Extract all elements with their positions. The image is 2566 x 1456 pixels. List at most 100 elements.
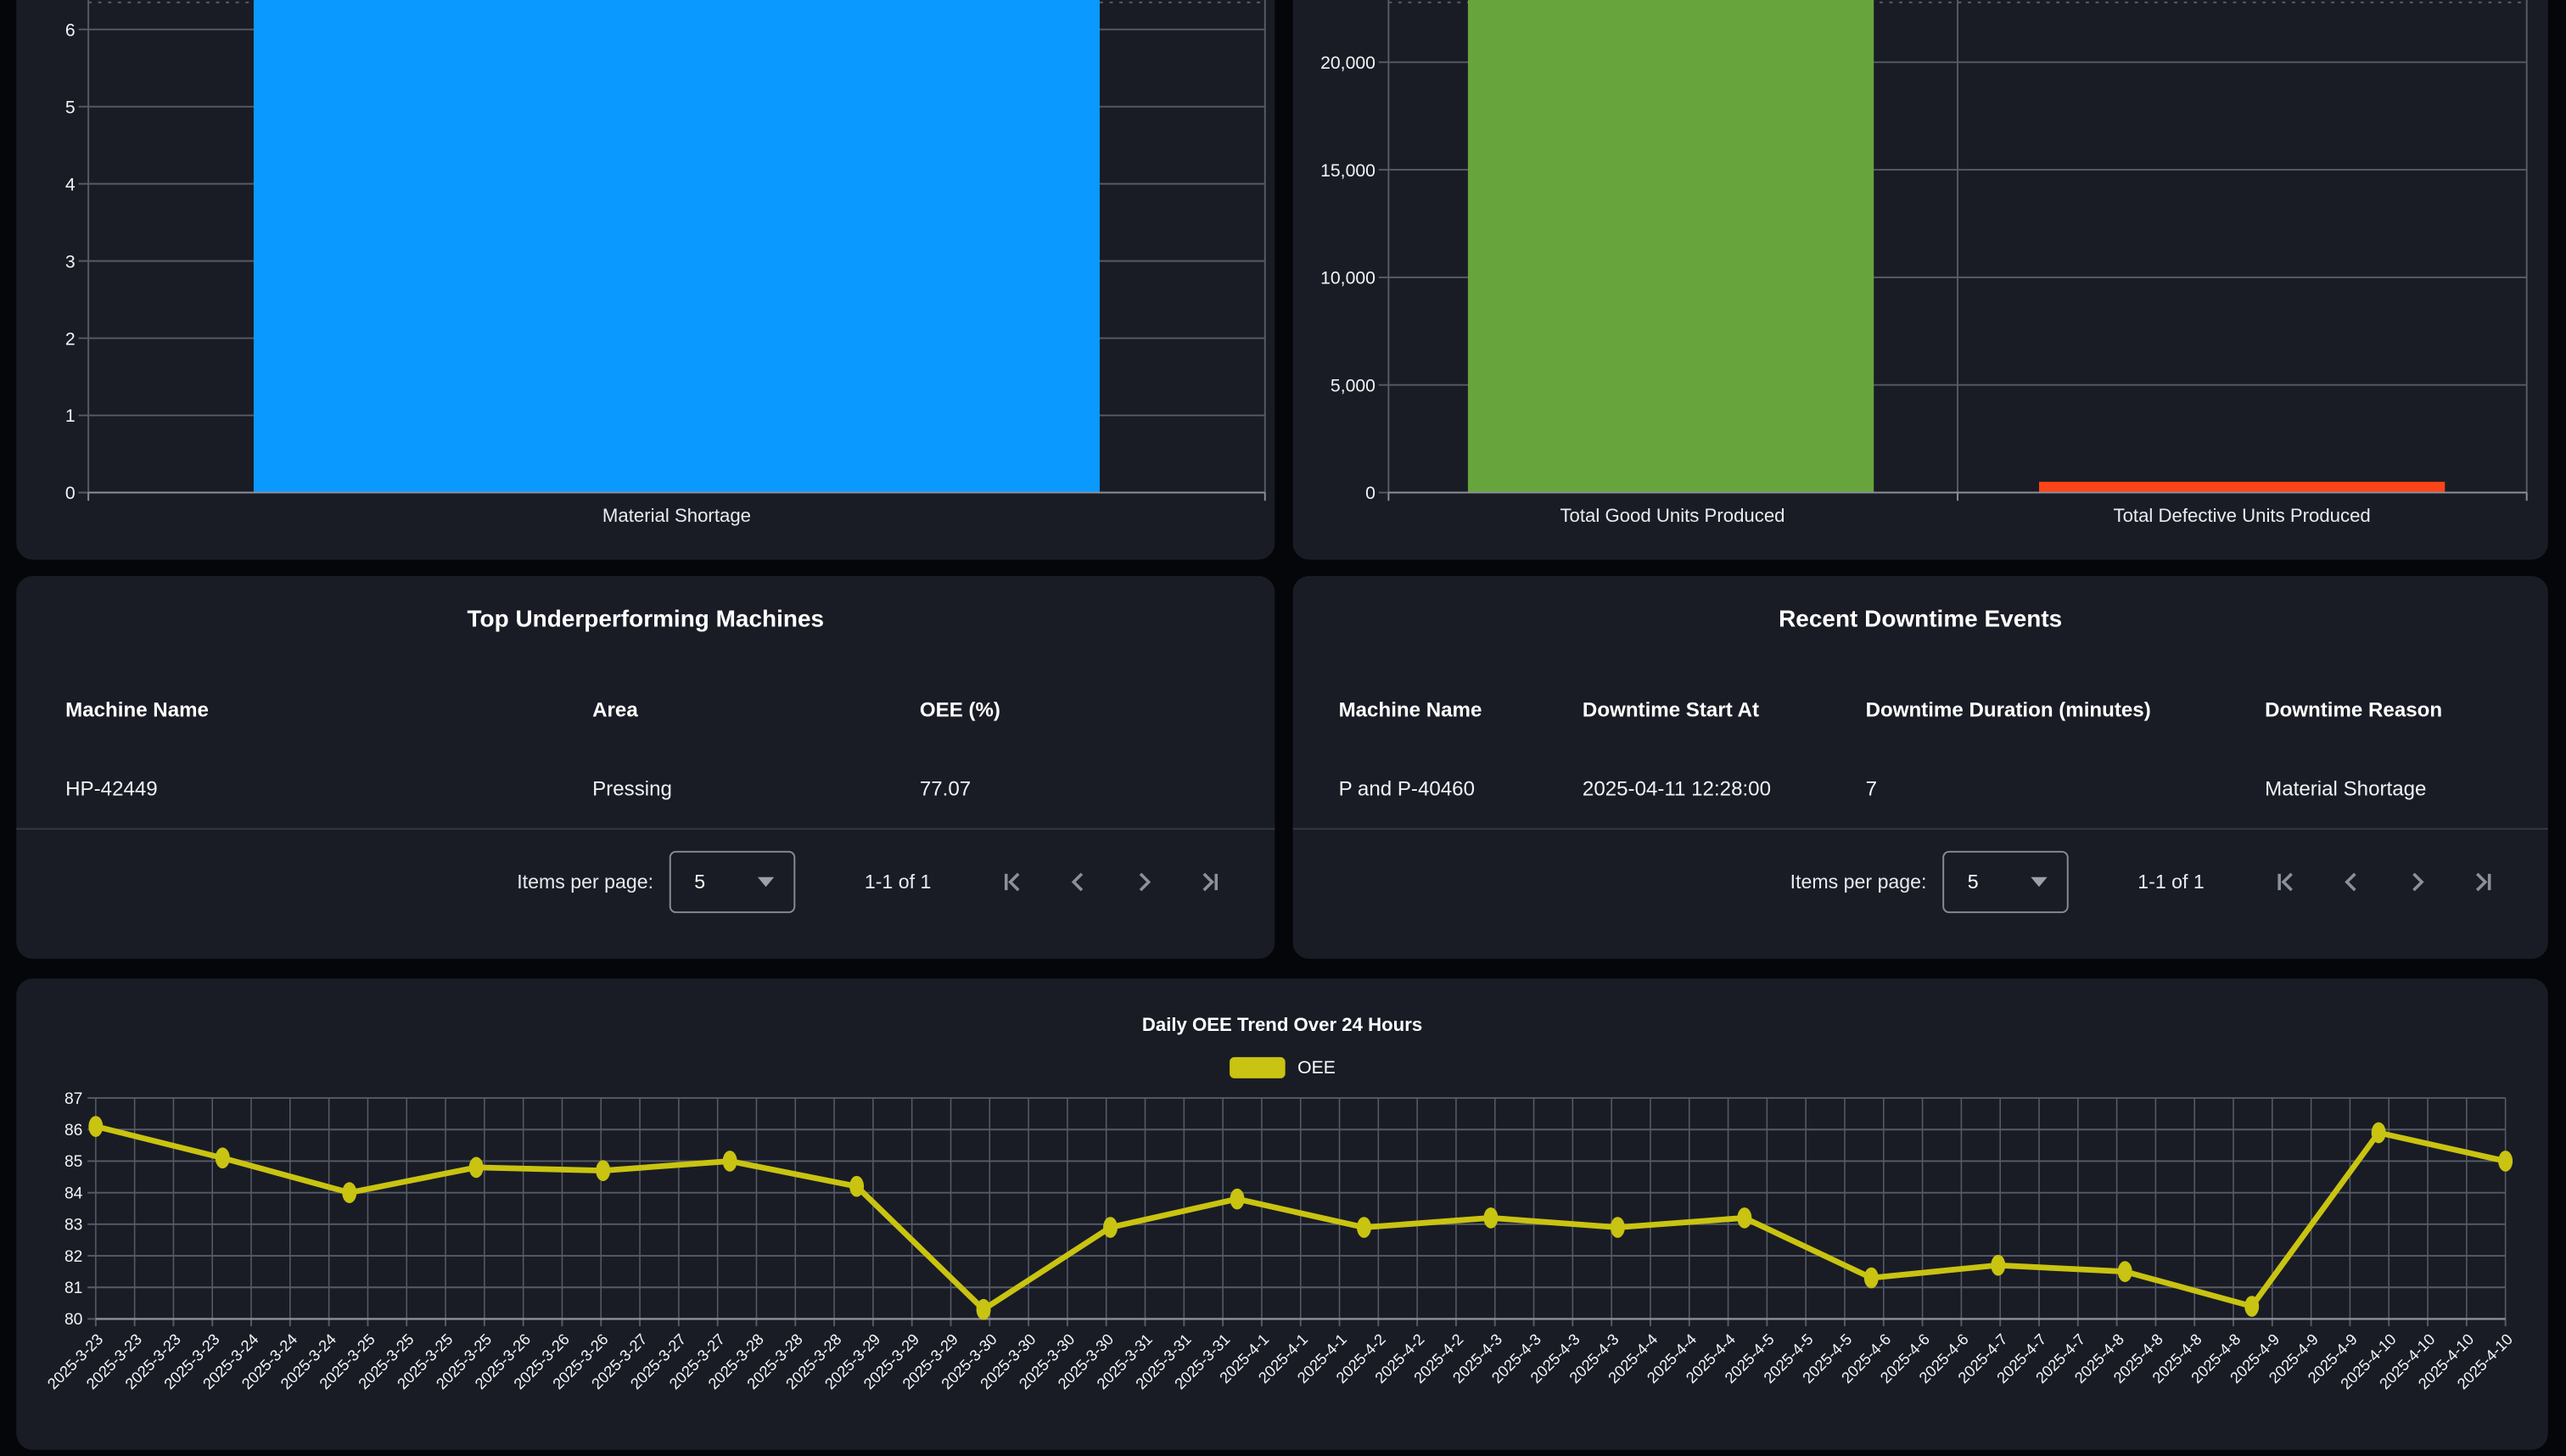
page-range-label: 1-1 of 1 (2137, 871, 2204, 893)
x-category-label: Material Shortage (88, 507, 1265, 527)
panel-units-produced-chart: 05,00010,00015,00020,000 Total Good Unit… (1293, 0, 2548, 560)
oee-point[interactable] (1611, 1217, 1625, 1238)
col-header-downtime-reason: Downtime Reason (2265, 698, 2442, 721)
paginator: Items per page: 5 1-1 of 1 (1790, 849, 2502, 915)
svg-text:15,000: 15,000 (1320, 161, 1375, 181)
svg-text:84: 84 (64, 1184, 83, 1202)
items-per-page-select[interactable]: 5 (670, 851, 795, 913)
first-page-button[interactable] (2266, 862, 2305, 901)
oee-point[interactable] (1357, 1217, 1371, 1238)
oee-point[interactable] (2244, 1296, 2259, 1317)
items-per-page-label: Items per page: (517, 871, 653, 893)
oee-point[interactable] (2498, 1151, 2513, 1172)
oee-point[interactable] (1230, 1189, 1245, 1210)
cell-downtime-duration: 7 (1866, 777, 1877, 800)
last-page-icon (1193, 865, 1226, 899)
daily-oee-trend-chart: 80 81 82 83 84 85 86 87 2025-3-232025-3-232025-3… (16, 978, 2547, 1449)
first-page-icon (2270, 865, 2303, 899)
chevron-right-icon (1128, 865, 1161, 899)
svg-text:85: 85 (64, 1153, 82, 1171)
cell-oee: 77.07 (920, 777, 971, 800)
col-header-oee: OEE (%) (920, 698, 1000, 721)
row-divider (16, 828, 1275, 830)
svg-text:0: 0 (65, 484, 76, 503)
cell-machine-name: HP-42449 (65, 777, 158, 800)
items-per-page-value: 5 (694, 871, 705, 893)
svg-text:83: 83 (64, 1217, 82, 1235)
x-category-label-defective-units: Total Defective Units Produced (1958, 507, 2527, 527)
svg-text:2: 2 (65, 329, 76, 349)
previous-page-button[interactable] (1059, 862, 1098, 901)
panel-top-underperforming-machines: Top Underperforming Machines Machine Nam… (16, 576, 1275, 959)
first-page-icon (996, 865, 1029, 899)
first-page-button[interactable] (994, 862, 1033, 901)
downtime-by-reason-chart: 0 1 2 3 4 5 6 (16, 0, 1275, 560)
oee-point[interactable] (723, 1151, 737, 1172)
bar-total-good-units[interactable] (1468, 0, 1874, 492)
oee-point[interactable] (1991, 1255, 2005, 1276)
svg-text:6: 6 (65, 20, 76, 40)
last-page-button[interactable] (2462, 862, 2502, 901)
svg-text:80: 80 (64, 1311, 82, 1329)
cell-area: Pressing (592, 777, 672, 800)
row-divider (1293, 828, 2548, 830)
units-produced-chart: 05,00010,00015,00020,000 (1293, 0, 2548, 560)
svg-text:86: 86 (64, 1122, 82, 1140)
svg-text:3: 3 (65, 252, 76, 272)
chevron-right-icon (2401, 865, 2434, 899)
x-category-label-good-units: Total Good Units Produced (1387, 507, 1957, 527)
x-axis-labels: 2025-3-232025-3-232025-3-232025-3-232025… (43, 1330, 2516, 1392)
dashboard: 0123456 Material Shortage 05,00010,00015… (0, 0, 2566, 1456)
oee-point[interactable] (1483, 1207, 1498, 1229)
paginator-nav (967, 862, 1230, 901)
items-per-page-label: Items per page: (1790, 871, 1927, 893)
oee-point[interactable] (596, 1160, 610, 1181)
col-header-machine-name: Machine Name (1339, 698, 1482, 721)
svg-text:5: 5 (65, 98, 76, 117)
svg-text:87: 87 (64, 1090, 82, 1108)
chevron-left-icon (1062, 865, 1095, 899)
oee-point[interactable] (1737, 1207, 1751, 1229)
previous-page-button[interactable] (2332, 862, 2371, 901)
next-page-button[interactable] (1124, 862, 1163, 901)
col-header-downtime-start: Downtime Start At (1583, 698, 1759, 721)
oee-point[interactable] (469, 1157, 484, 1179)
bar-total-defective-units[interactable] (2039, 482, 2445, 493)
cell-downtime-reason: Material Shortage (2265, 777, 2426, 800)
items-per-page-select[interactable]: 5 (1943, 851, 2070, 913)
table-title: Recent Downtime Events (1293, 607, 2548, 633)
cell-downtime-start: 2025-04-11 12:28:00 (1583, 777, 1771, 800)
paginator-nav (2240, 862, 2502, 901)
panel-downtime-by-reason-chart: 0 1 2 3 4 5 6 Material Shortage (16, 0, 1275, 560)
oee-point[interactable] (849, 1176, 864, 1197)
panel-daily-oee-trend: Daily OEE Trend Over 24 Hours OEE 808182… (16, 978, 2547, 1449)
items-per-page-value: 5 (1968, 871, 1979, 893)
cell-machine-name: P and P-40460 (1339, 777, 1475, 800)
col-header-downtime-duration: Downtime Duration (minutes) (1866, 698, 2151, 721)
svg-text:10,000: 10,000 (1320, 269, 1375, 288)
oee-point[interactable] (1103, 1217, 1118, 1238)
next-page-button[interactable] (2397, 862, 2436, 901)
svg-text:1: 1 (65, 406, 76, 426)
oee-point[interactable] (216, 1147, 230, 1168)
last-page-button[interactable] (1190, 862, 1229, 901)
panel-recent-downtime-events: Recent Downtime Events Machine Name Down… (1293, 576, 2548, 959)
svg-text:82: 82 (64, 1248, 82, 1266)
chevron-down-icon (759, 877, 775, 888)
oee-point[interactable] (2372, 1123, 2386, 1144)
svg-text:0: 0 (1365, 484, 1375, 503)
oee-point[interactable] (88, 1116, 103, 1137)
chevron-down-icon (2031, 877, 2048, 888)
col-header-machine-name: Machine Name (65, 698, 209, 721)
table-title: Top Underperforming Machines (16, 607, 1275, 633)
bar-material-shortage[interactable] (254, 0, 1100, 492)
svg-text:4: 4 (65, 175, 76, 194)
oee-point[interactable] (342, 1182, 356, 1203)
page-range-label: 1-1 of 1 (865, 871, 931, 893)
oee-point[interactable] (2118, 1261, 2132, 1282)
chevron-left-icon (2335, 865, 2368, 899)
svg-text:81: 81 (64, 1280, 82, 1297)
oee-point[interactable] (1864, 1268, 1879, 1289)
oee-point[interactable] (977, 1299, 991, 1320)
last-page-icon (2466, 865, 2499, 899)
